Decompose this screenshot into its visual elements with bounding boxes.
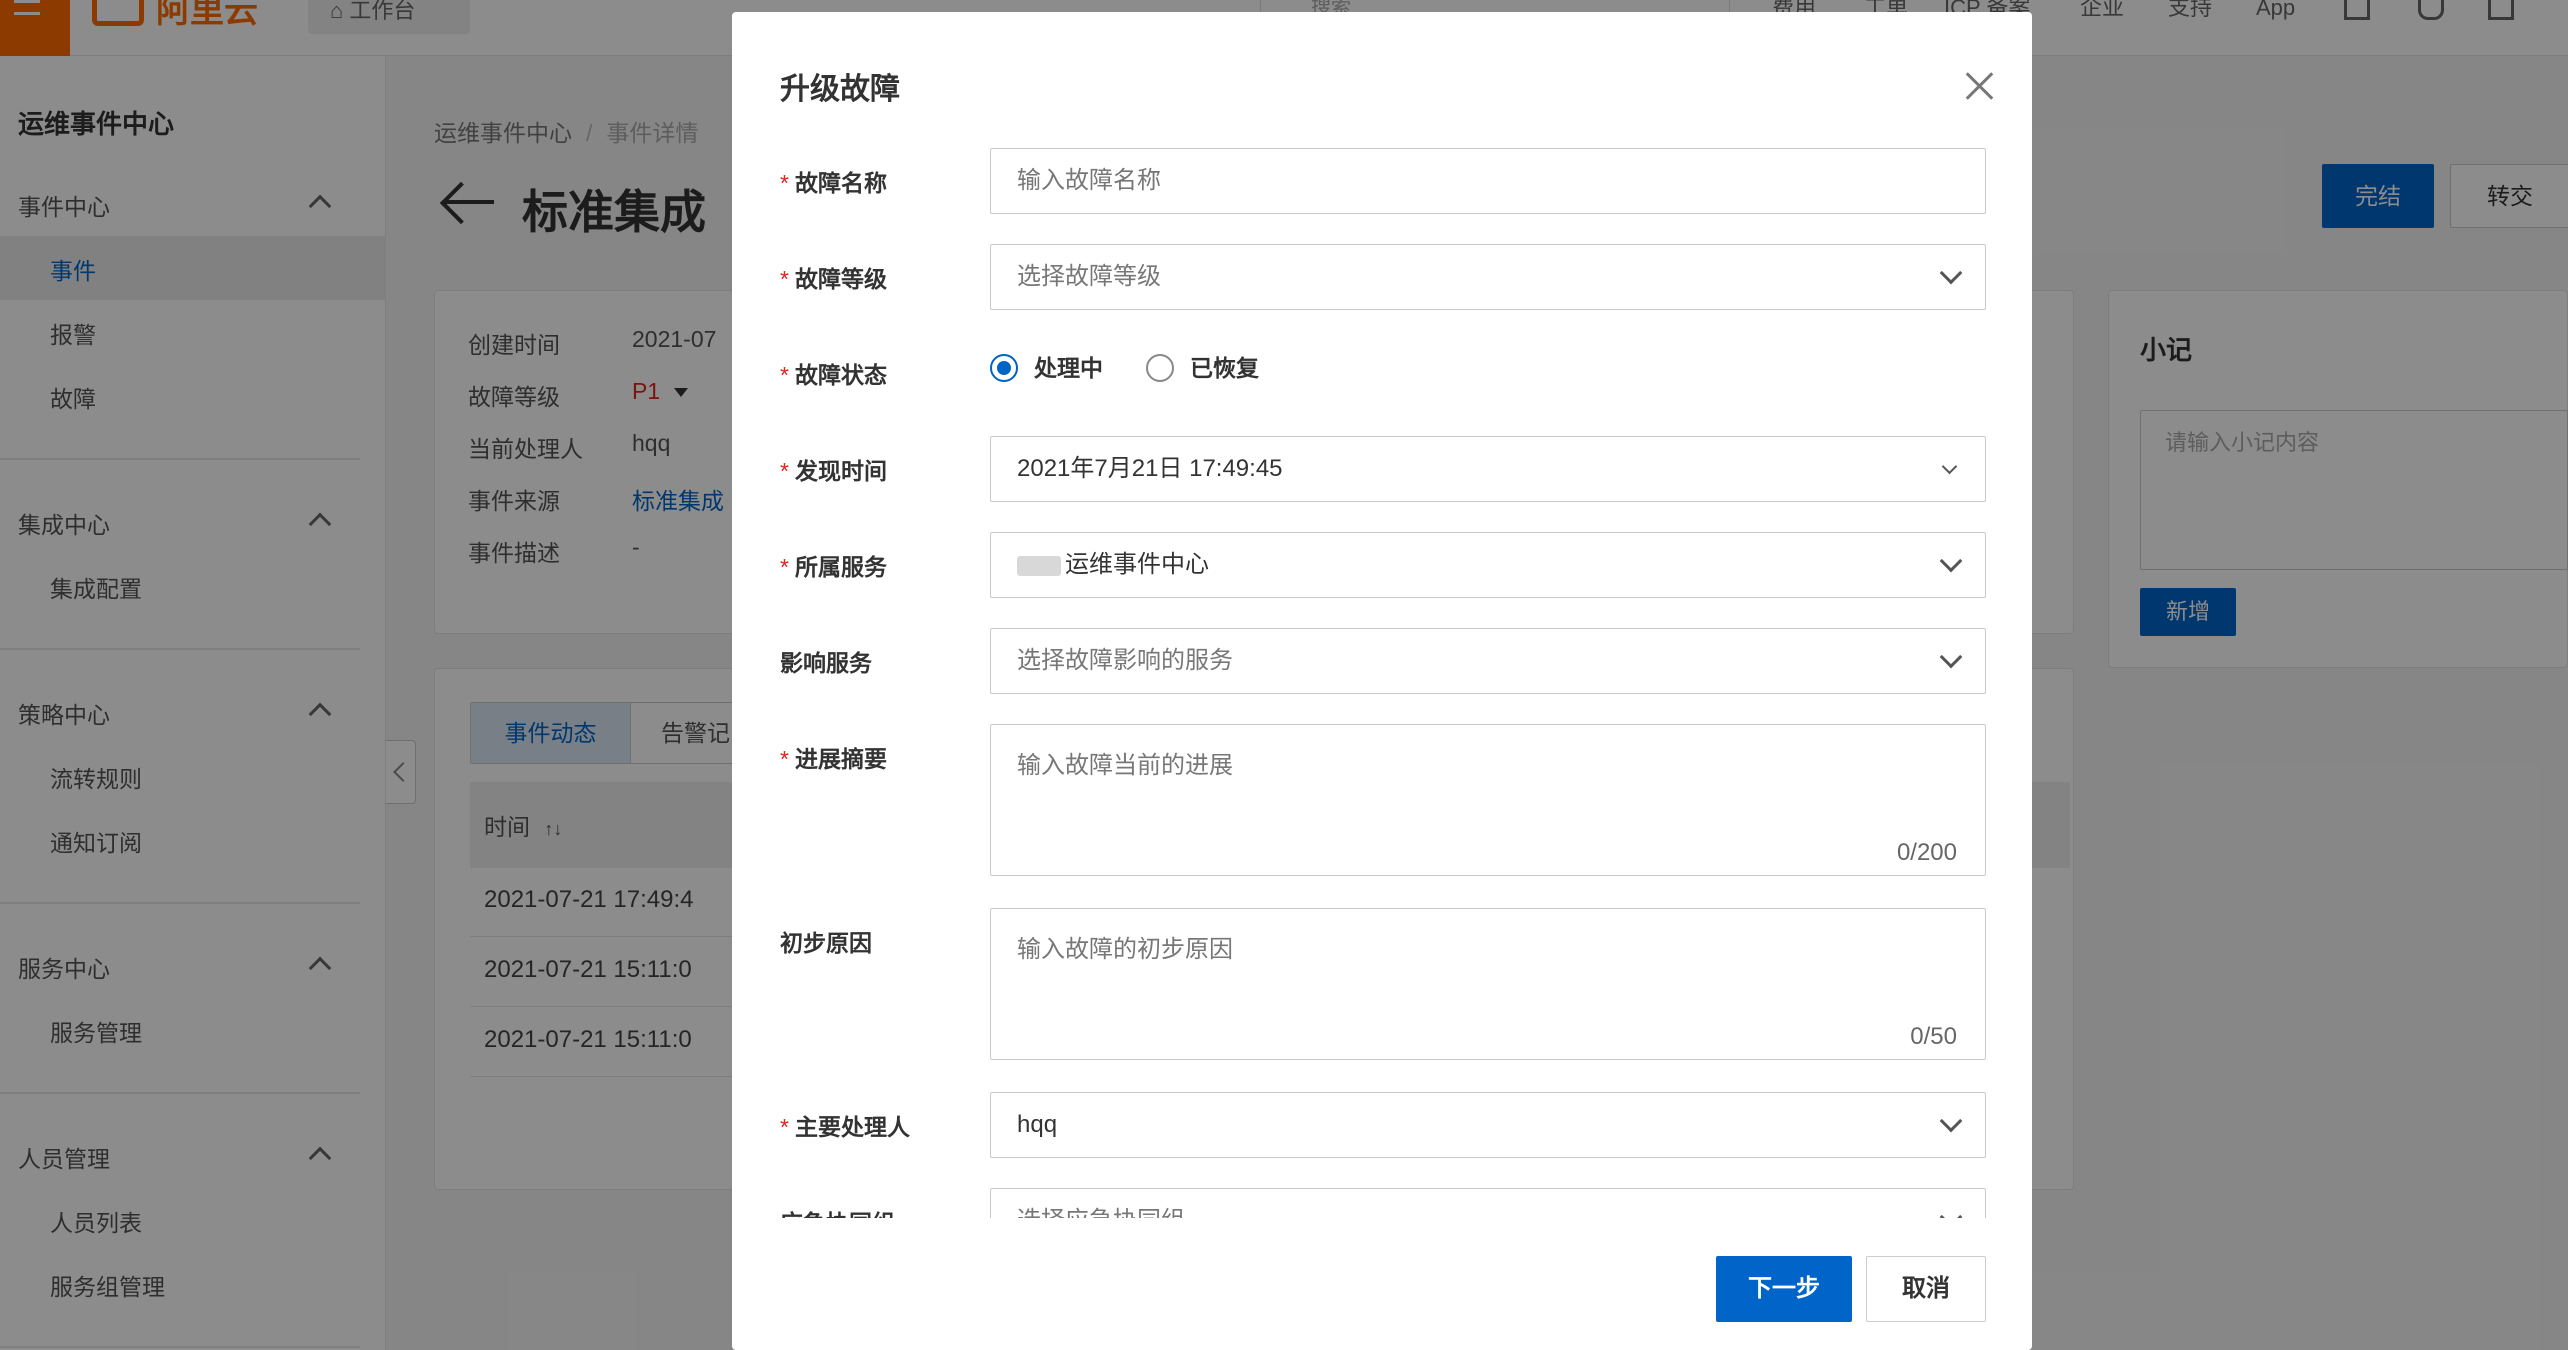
field-label-service: * 所属服务 xyxy=(780,554,887,580)
field-label-progress: * 进展摘要 xyxy=(780,746,887,772)
status-option-recovered[interactable]: 已恢复 xyxy=(1190,354,1259,382)
status-radio-recovered[interactable] xyxy=(1146,354,1174,382)
required-mark: * xyxy=(780,1114,789,1140)
chevron-down-icon xyxy=(1939,549,1963,573)
cancel-button[interactable]: 取消 xyxy=(1866,1256,1986,1322)
upgrade-incident-dialog: 升级故障 * 故障名称 输入故障名称 * 故障等级 选择故障等级 * 故障状态 处理中… xyxy=(732,12,2032,1350)
required-mark: * xyxy=(780,362,789,388)
required-mark: * xyxy=(780,746,789,772)
impact-service-select[interactable]: 选择故障影响的服务 xyxy=(990,628,1986,694)
char-counter: 0/50 xyxy=(1910,1023,1957,1050)
field-label-cause: 初步原因 xyxy=(780,930,872,956)
field-label-found-time: * 发现时间 xyxy=(780,458,887,484)
service-select[interactable]: 运维事件中心 xyxy=(990,532,1986,598)
required-mark: * xyxy=(780,554,789,580)
chevron-down-icon xyxy=(1939,261,1963,285)
owner-select[interactable]: hqq xyxy=(990,1092,1986,1158)
field-label-status: * 故障状态 xyxy=(780,362,887,388)
dialog-form: * 故障名称 输入故障名称 * 故障等级 选择故障等级 * 故障状态 处理中 已恢复 … xyxy=(732,122,2032,1218)
found-time-picker[interactable]: 2021年7月21日 17:49:45 xyxy=(990,436,1986,502)
close-icon[interactable] xyxy=(1960,68,2000,108)
field-label-level: * 故障等级 xyxy=(780,266,887,292)
field-label-impact: 影响服务 xyxy=(780,650,872,676)
char-counter: 0/200 xyxy=(1896,839,1957,866)
chevron-down-icon xyxy=(1939,1205,1963,1218)
field-label-name: * 故障名称 xyxy=(780,170,887,196)
required-mark: * xyxy=(780,170,789,196)
required-mark: * xyxy=(780,458,789,484)
status-radio-group: 处理中 已恢复 xyxy=(990,354,1390,384)
field-label-group: 应急协同组 xyxy=(780,1204,895,1218)
response-group-select[interactable]: 选择应急协同组 xyxy=(990,1188,1986,1218)
dialog-title: 升级故障 xyxy=(780,73,900,106)
progress-textarea[interactable]: 输入故障当前的进展 0/200 xyxy=(990,724,1986,876)
incident-name-input[interactable]: 输入故障名称 xyxy=(990,148,1986,214)
cause-textarea[interactable]: 输入故障的初步原因 0/50 xyxy=(990,908,1986,1060)
chevron-down-icon xyxy=(1939,645,1963,669)
required-mark: * xyxy=(780,266,789,292)
chevron-down-icon xyxy=(1939,1109,1963,1133)
chevron-down-icon xyxy=(1941,458,1958,475)
field-label-owner: * 主要处理人 xyxy=(780,1114,910,1140)
next-step-button[interactable]: 下一步 xyxy=(1716,1256,1852,1322)
incident-level-select[interactable]: 选择故障等级 xyxy=(990,244,1986,310)
redacted-text xyxy=(1017,555,1061,576)
status-option-processing[interactable]: 处理中 xyxy=(1034,354,1103,382)
status-radio-processing[interactable] xyxy=(990,354,1018,382)
